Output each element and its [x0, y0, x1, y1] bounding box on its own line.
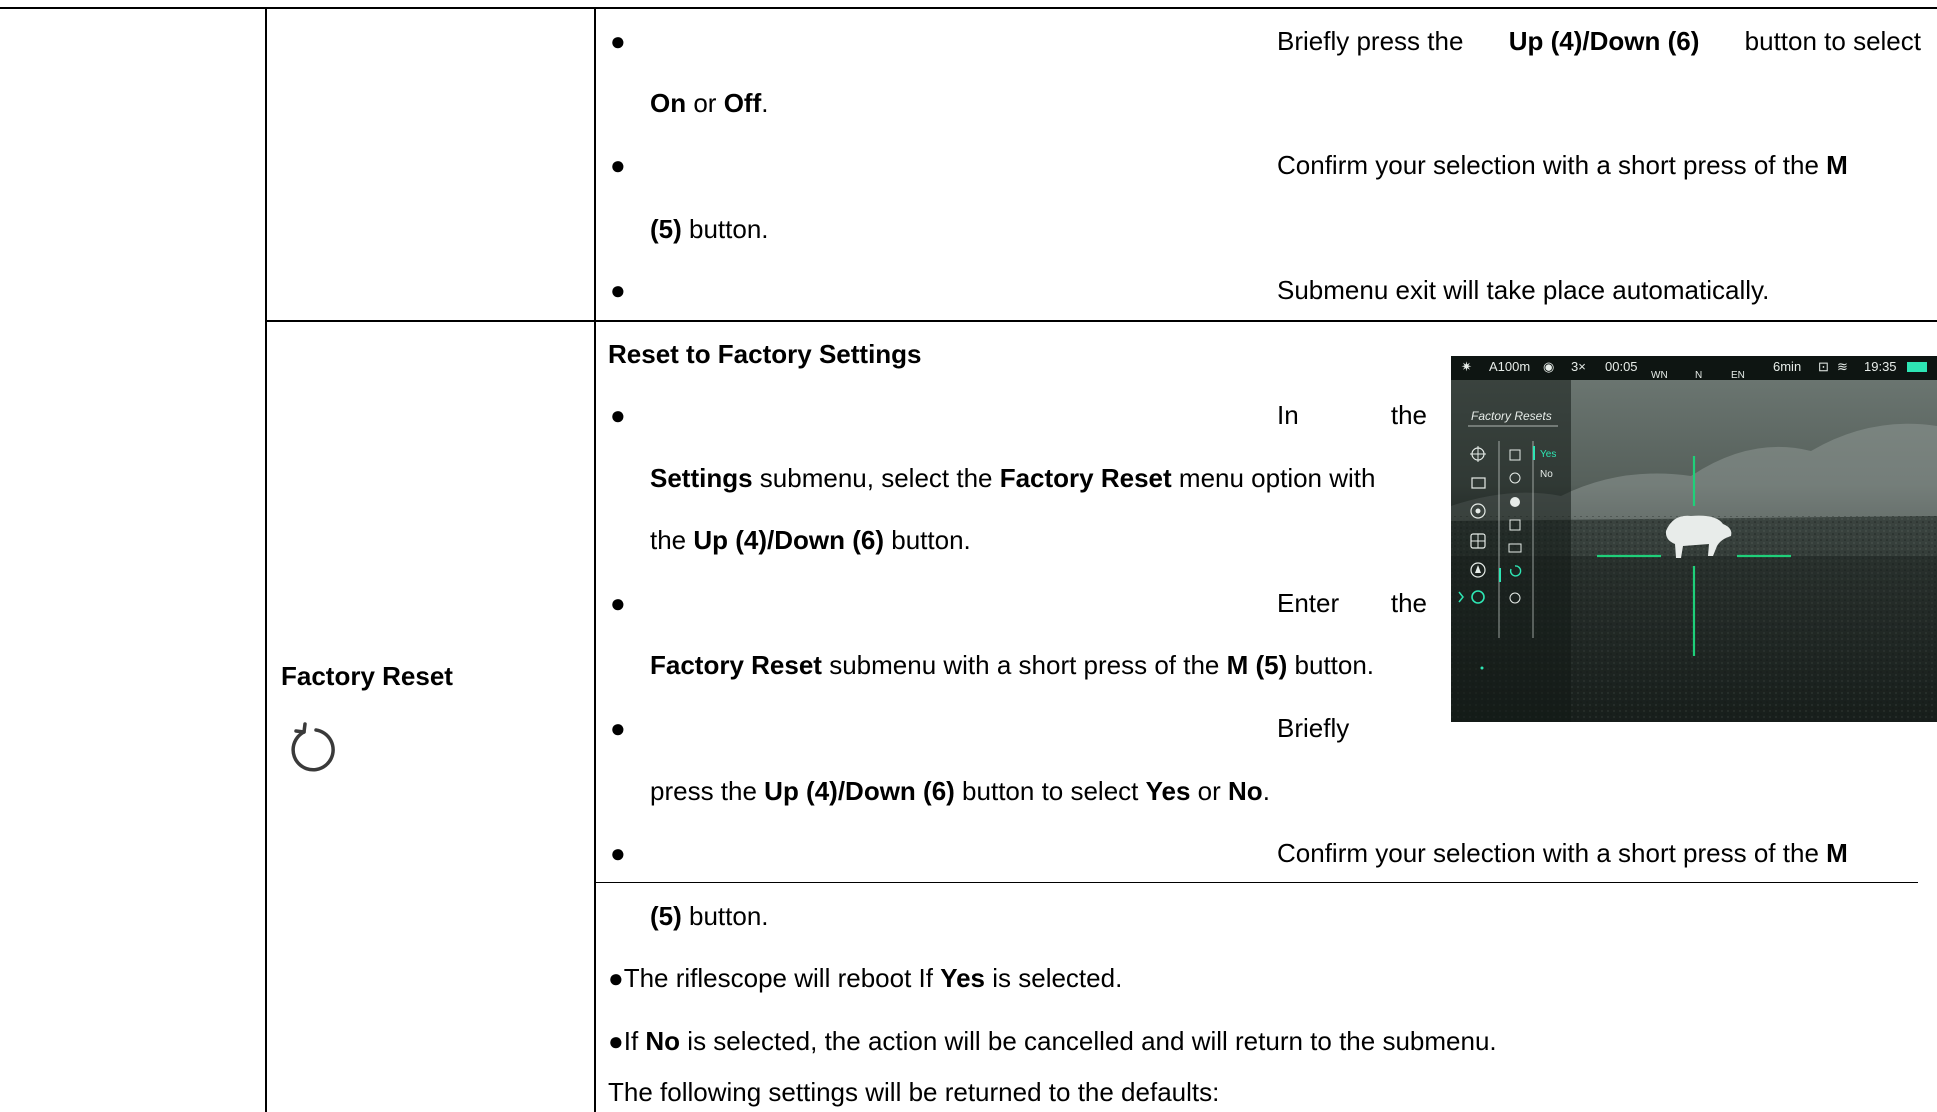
- mode-value: A100m: [1489, 359, 1531, 374]
- row2-bullet2-line2: Factory Reset submenu with a short press…: [650, 650, 1375, 680]
- compass-east: EN: [1731, 370, 1745, 381]
- wifi-icon: ≋: [1837, 359, 1848, 374]
- bullet: ●: [610, 400, 626, 430]
- section-title: Factory Reset: [281, 661, 453, 691]
- table-top-border: [0, 7, 1937, 9]
- eye-icon: ◉: [1543, 359, 1555, 374]
- row2-bullet1-line3: the Up (4)/Down (6) button.: [650, 525, 971, 555]
- compass-west: WN: [1651, 370, 1668, 381]
- zoom-value: 3×: [1571, 359, 1586, 374]
- section-heading: Reset to Factory Settings: [608, 339, 922, 369]
- bullet: ●: [610, 713, 626, 743]
- factory-reset-icon: [291, 722, 335, 772]
- scope-screen-image: ✷ A100m ◉ 3× 00:05 WN N EN 6min ⊡ ≋ 19:3…: [1451, 356, 1937, 722]
- sun-icon: ✷: [1461, 359, 1472, 374]
- column-divider-1: [265, 7, 267, 1112]
- note-yes: ●The riflescope will reboot If Yes is se…: [608, 963, 1123, 993]
- row-divider: [265, 320, 1937, 322]
- bullet: ●: [610, 838, 626, 868]
- row2-bullet1-line1: In the: [1277, 400, 1427, 430]
- row2-bullet3-line1: Briefly: [1277, 713, 1350, 743]
- card-icon: ⊡: [1818, 359, 1829, 374]
- submenu-title: Factory Resets: [1471, 409, 1552, 423]
- defaults-intro: The following settings will be returned …: [608, 1077, 1220, 1107]
- bullet: ●: [610, 275, 626, 305]
- option-no: No: [1540, 469, 1553, 480]
- row2-bullet1-line2: Settings submenu, select the Factory Res…: [650, 463, 1376, 493]
- compass-north: N: [1695, 370, 1703, 381]
- clock-time: 19:35: [1864, 359, 1897, 374]
- record-time: 00:05: [1605, 359, 1638, 374]
- row1-bullet2-line1: Confirm your selection with a short pres…: [1277, 150, 1848, 180]
- option-yes: Yes: [1540, 449, 1557, 460]
- row2-bullet4-line2: (5) button.: [650, 901, 769, 931]
- row2-bullet3-line2: press the Up (4)/Down (6) button to sele…: [650, 776, 1270, 806]
- row1-bullet3: Submenu exit will take place automatical…: [1277, 275, 1770, 305]
- row1-bullet2-line2: (5) button.: [650, 214, 769, 244]
- row2-bullet2-line1: Enter the: [1277, 588, 1427, 618]
- row2-bullet4-line1: Confirm your selection with a short pres…: [1277, 838, 1848, 868]
- bullet: ●: [610, 588, 626, 618]
- row1-bullet1-line1: Briefly press the Up (4)/Down (6) button…: [1277, 26, 1921, 56]
- battery-icon: [1907, 362, 1927, 372]
- row1-bullet1-line2: On or Off.: [650, 88, 769, 118]
- bullet: ●: [610, 26, 626, 56]
- page-break-line: [596, 882, 1918, 883]
- battery-time: 6min: [1773, 359, 1802, 374]
- note-no: ●If No is selected, the action will be c…: [608, 1026, 1497, 1056]
- column-divider-2: [594, 7, 596, 1112]
- bullet: ●: [610, 150, 626, 180]
